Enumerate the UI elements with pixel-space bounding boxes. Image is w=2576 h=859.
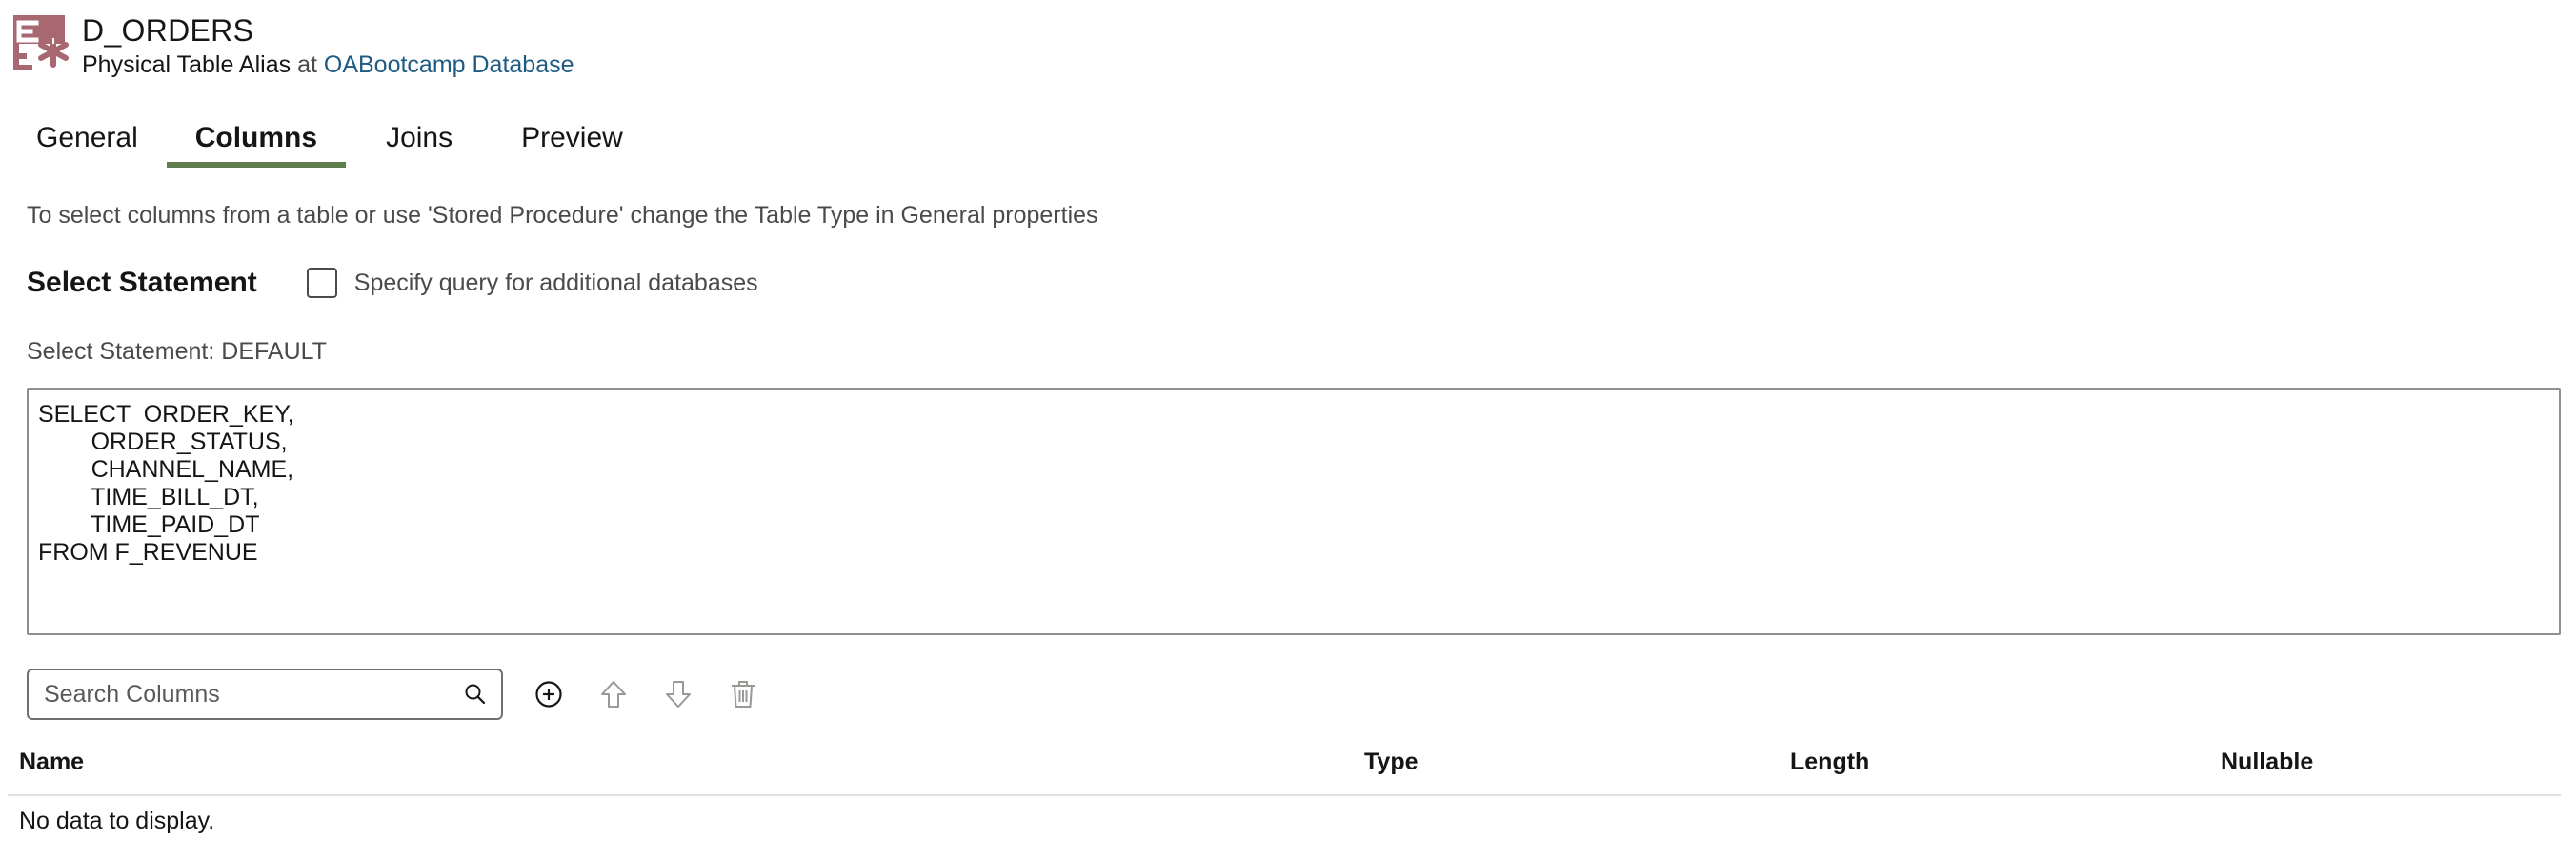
column-header-type[interactable]: Type — [1364, 749, 1419, 776]
search-columns-input[interactable] — [44, 680, 463, 709]
tab-joins[interactable]: Joins — [346, 112, 481, 168]
move-down-button[interactable] — [659, 675, 697, 713]
additional-databases-checkbox[interactable] — [306, 268, 337, 298]
columns-table-header: Name Type Length Nullable — [8, 741, 2561, 796]
tab-general[interactable]: General — [0, 112, 167, 168]
page-header: D_ORDERS Physical Table Alias at OABootc… — [13, 13, 574, 80]
select-statement-row: Select Statement Specify query for addit… — [27, 267, 758, 299]
delete-column-button[interactable] — [724, 675, 762, 713]
object-subtitle: Physical Table Alias at OABootcamp Datab… — [82, 50, 574, 80]
at-word: at — [297, 51, 317, 78]
move-up-button[interactable] — [594, 675, 633, 713]
tab-preview[interactable]: Preview — [481, 112, 652, 168]
add-column-button[interactable] — [530, 675, 568, 713]
column-header-name[interactable]: Name — [19, 749, 84, 776]
add-icon — [535, 681, 562, 708]
database-link[interactable]: OABootcamp Database — [324, 51, 574, 78]
physical-table-alias-icon — [13, 15, 69, 70]
page-title: D_ORDERS — [82, 13, 254, 48]
columns-toolbar — [27, 669, 762, 720]
tab-columns[interactable]: Columns — [166, 112, 347, 168]
sql-editor[interactable]: SELECT ORDER_KEY, ORDER_STATUS, CHANNEL_… — [27, 388, 2561, 635]
column-header-length[interactable]: Length — [1790, 749, 1869, 776]
empty-table-message: No data to display. — [19, 808, 215, 834]
delete-icon — [732, 681, 755, 708]
column-header-nullable[interactable]: Nullable — [2221, 749, 2313, 776]
select-statement-label: Select Statement: DEFAULT — [27, 338, 327, 365]
search-icon[interactable] — [463, 682, 488, 707]
object-type-label: Physical Table Alias — [82, 51, 292, 78]
title-block: D_ORDERS Physical Table Alias at OABootc… — [82, 13, 574, 80]
table-type-info-text: To select columns from a table or use 'S… — [27, 202, 1098, 229]
move-up-icon — [601, 681, 626, 708]
select-statement-heading: Select Statement — [27, 267, 257, 298]
additional-databases-checkbox-label[interactable]: Specify query for additional databases — [354, 270, 758, 297]
tab-bar: General Columns Joins Preview — [0, 112, 652, 168]
search-columns-box[interactable] — [27, 669, 503, 720]
move-down-icon — [666, 681, 691, 708]
